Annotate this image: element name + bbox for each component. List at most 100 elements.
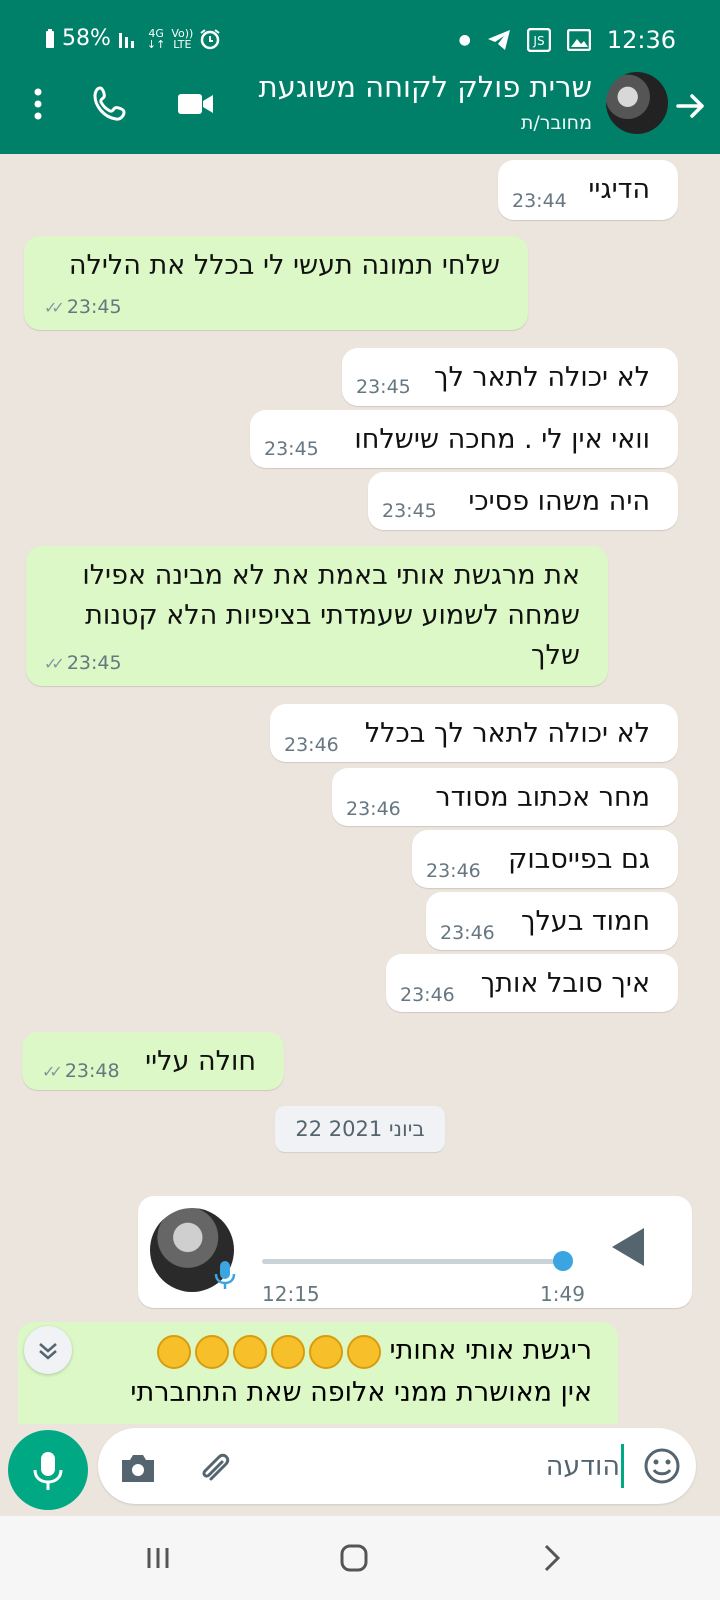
message-time: 23:45 <box>66 652 122 674</box>
date-divider: 22 ביוני 2021 <box>275 1106 445 1152</box>
scroll-to-bottom-button[interactable] <box>24 1326 72 1374</box>
status-right: ● JS 12:36 <box>459 26 676 54</box>
network-type: 4G <box>148 26 164 40</box>
contact-avatar[interactable] <box>606 72 668 134</box>
signal-icon <box>118 32 134 48</box>
message-meta: ✓✓ 23:45 <box>44 652 122 674</box>
back-icon[interactable] <box>530 1538 570 1578</box>
message-bubble[interactable]: חמוד בעלך 23:46 <box>426 892 678 950</box>
crying-face-icon <box>270 1334 305 1369</box>
svg-text:JS: JS <box>532 34 544 48</box>
message-time: 23:44 <box>512 190 567 212</box>
message-input-bar <box>98 1428 696 1504</box>
crying-face-icon <box>308 1334 343 1369</box>
recent-apps-icon[interactable] <box>138 1538 178 1578</box>
message-line-1: ריגשת אותי אחותי <box>389 1335 592 1366</box>
message-text: היה משהו פסיכי <box>468 486 650 517</box>
notification-dot-icon: ● <box>458 32 471 48</box>
double-check-icon: ✓✓ <box>42 1062 63 1081</box>
chat-header: שרית פולק לקוחה משוגעת מחובר/ת <box>0 70 720 154</box>
volte-indicator: Vo)) LTE <box>171 28 193 50</box>
voice-duration: 1:49 <box>540 1282 585 1306</box>
gallery-icon <box>566 29 591 51</box>
battery-percent: 58% <box>62 26 111 51</box>
message-time: 23:46 <box>346 798 401 820</box>
microphone-icon <box>33 1452 63 1490</box>
message-bubble[interactable]: וואי אין לי . מחכה שישלחו 23:45 <box>250 410 678 468</box>
voice-call-icon[interactable] <box>90 84 130 124</box>
back-arrow-icon[interactable] <box>672 88 708 124</box>
message-input[interactable] <box>258 1442 622 1490</box>
double-chevron-down-icon <box>39 1343 57 1360</box>
voice-record-button[interactable] <box>8 1430 88 1510</box>
volte-bottom: LTE <box>173 37 192 51</box>
message-meta: ✓✓ 23:45 <box>44 296 122 318</box>
message-text: את מרגשת אותי באמת את לא מבינה אפילו שמח… <box>82 560 580 671</box>
contact-status: מחובר/ת <box>520 112 592 134</box>
message-bubble[interactable]: היה משהו פסיכי 23:45 <box>368 472 678 530</box>
home-icon[interactable] <box>334 1538 374 1578</box>
message-bubble-partial[interactable]: ריגשת אותי אחותי אין מאושרת ממני אלופה ש… <box>18 1322 618 1424</box>
crying-face-icon <box>232 1334 267 1369</box>
status-left: 58% 4G ↓↑ Vo)) LTE <box>44 26 221 51</box>
message-text: הדיגיי <box>588 174 650 205</box>
message-text: גם בפייסבוק <box>508 844 650 875</box>
battery-icon <box>46 28 54 48</box>
double-check-icon: ✓✓ <box>44 298 65 317</box>
emoji-icon[interactable] <box>642 1446 682 1486</box>
message-bubble[interactable]: הדיגיי 23:44 <box>498 160 678 220</box>
telegram-icon <box>487 30 510 50</box>
message-bubble[interactable]: מחר אכתוב מסודר 23:46 <box>332 768 678 826</box>
message-time: 23:45 <box>356 376 411 398</box>
chat-area[interactable]: הדיגיי 23:44 שלחי תמונה תעשי לי בכלל את … <box>0 154 720 1424</box>
message-bubble[interactable]: שלחי תמונה תעשי לי בכלל את הלילה ✓✓ 23:45 <box>24 236 528 330</box>
app-notification-icon: JS <box>526 28 551 52</box>
contact-name[interactable]: שרית פולק לקוחה משוגעת <box>259 70 592 104</box>
clock: 12:36 <box>606 26 676 54</box>
message-text: מחר אכתוב מסודר <box>435 782 650 813</box>
message-text: חמוד בעלך <box>520 906 650 937</box>
message-time: 23:48 <box>64 1060 120 1082</box>
message-text: לא יכולה לתאר לך בכלל <box>364 718 650 749</box>
message-bubble[interactable]: איך סובל אותך 23:46 <box>386 954 678 1012</box>
message-bubble[interactable]: את מרגשת אותי באמת את לא מבינה אפילו שמח… <box>26 546 608 686</box>
message-text: ריגשת אותי אחותי אין מאושרת ממני אלופה ש… <box>130 1330 592 1414</box>
text-cursor <box>621 1444 624 1488</box>
voice-progress-handle[interactable] <box>552 1251 573 1271</box>
message-text: וואי אין לי . מחכה שישלחו <box>354 424 650 455</box>
message-line-2: אין מאושרת ממני אלופה שאת התחברתי <box>130 1377 592 1408</box>
message-text: לא יכולה לתאר לך <box>433 362 650 393</box>
attach-icon[interactable] <box>194 1448 234 1488</box>
voice-time: 12:15 <box>262 1282 320 1306</box>
system-nav-bar <box>0 1516 720 1600</box>
crying-face-icon <box>156 1334 191 1369</box>
network-4g-indicator: 4G ↓↑ <box>147 28 165 50</box>
crying-face-icon <box>346 1334 381 1369</box>
message-meta: ✓✓ 23:48 <box>42 1060 120 1082</box>
message-text: שלחי תמונה תעשי לי בכלל את הלילה <box>68 250 500 281</box>
message-time: 23:46 <box>440 922 495 944</box>
voice-progress-track[interactable] <box>262 1259 572 1264</box>
message-time: 23:46 <box>284 734 339 756</box>
message-bubble[interactable]: חולה עליי ✓✓ 23:48 <box>22 1032 284 1090</box>
double-check-icon: ✓✓ <box>44 654 65 673</box>
video-call-icon[interactable] <box>176 84 216 124</box>
message-text: חולה עליי <box>145 1046 256 1077</box>
message-bubble[interactable]: לא יכולה לתאר לך 23:45 <box>342 348 678 406</box>
alarm-icon <box>200 28 220 49</box>
network-arrows-icon: ↓↑ <box>146 37 166 51</box>
message-time: 23:46 <box>400 984 455 1006</box>
more-options-icon[interactable] <box>18 84 58 124</box>
message-bubble[interactable]: לא יכולה לתאר לך בכלל 23:46 <box>270 704 678 762</box>
message-text: איך סובל אותך <box>480 968 650 999</box>
volte-top: Vo)) <box>171 26 194 40</box>
message-time: 23:45 <box>382 500 437 522</box>
camera-icon[interactable] <box>118 1448 158 1488</box>
crying-face-icon <box>194 1334 229 1369</box>
play-icon[interactable] <box>608 1224 648 1270</box>
message-bubble[interactable]: גם בפייסבוק 23:46 <box>412 830 678 888</box>
message-time: 23:45 <box>66 296 122 318</box>
message-time: 23:45 <box>264 438 319 460</box>
voice-message-bubble[interactable]: 1:49 12:15 <box>138 1196 692 1308</box>
message-time: 23:46 <box>426 860 481 882</box>
